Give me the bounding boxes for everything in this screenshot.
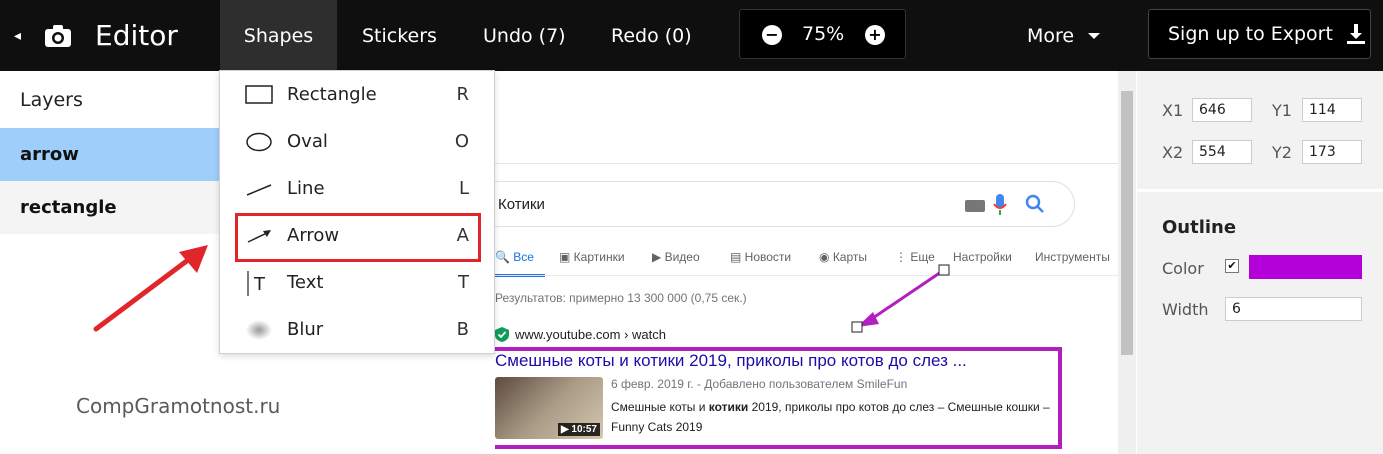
arrow-shape[interactable] <box>495 71 1120 454</box>
shortcut-key: T <box>458 272 469 293</box>
y2-input[interactable] <box>1302 140 1362 164</box>
watermark-text: CompGramotnost.ru <box>76 394 281 418</box>
width-label: Width <box>1162 300 1209 319</box>
menu-label: Blur <box>287 319 324 340</box>
properties-panel: X1 Y1 X2 Y2 Outline Color ✔ Width <box>1137 71 1383 454</box>
zoom-control: − 75% + <box>739 9 906 59</box>
layers-title: Layers <box>20 89 83 111</box>
export-button[interactable]: Sign up to Export <box>1148 9 1371 59</box>
more-label: More <box>1027 24 1075 47</box>
menu-label: Line <box>287 178 325 199</box>
top-toolbar: ◂ Editor Shapes Stickers Undo (7) Redo (… <box>0 0 1383 71</box>
y2-label: Y2 <box>1272 143 1292 162</box>
editor-canvas[interactable]: Котики 🔍 Все ▣ Картинки ▶ Видео ▤ Новост… <box>495 71 1120 454</box>
tab-shapes[interactable]: Shapes <box>220 0 337 71</box>
back-icon[interactable]: ◂ <box>14 0 21 71</box>
x2-input[interactable] <box>1192 140 1252 164</box>
shortcut-key: R <box>456 84 469 105</box>
canvas-scrollbar[interactable] <box>1118 71 1136 454</box>
blur-icon <box>245 318 273 340</box>
divider <box>1137 189 1383 192</box>
width-input[interactable] <box>1225 297 1362 321</box>
redo-button[interactable]: Redo (0) <box>611 0 692 71</box>
menu-item-rectangle[interactable]: Rectangle R <box>220 71 494 118</box>
download-icon <box>1346 24 1365 44</box>
x1-input[interactable] <box>1192 98 1252 122</box>
x2-label: X2 <box>1162 143 1184 162</box>
arrow-highlight-box <box>235 213 481 262</box>
shortcut-key: L <box>458 178 469 199</box>
menu-item-text[interactable]: T Text T <box>220 259 494 306</box>
shapes-dropdown: Rectangle R Oval O Line L Arrow A T Text… <box>219 70 495 354</box>
app-title: Editor <box>95 19 178 52</box>
svg-text:T: T <box>253 274 266 295</box>
color-swatch[interactable] <box>1249 255 1362 279</box>
line-icon <box>245 177 273 199</box>
layer-item-arrow[interactable]: arrow <box>0 128 220 181</box>
scrollbar-thumb[interactable] <box>1121 91 1133 355</box>
outline-title: Outline <box>1162 217 1237 238</box>
shortcut-key: B <box>456 319 469 340</box>
zoom-out-button[interactable]: − <box>762 25 782 45</box>
menu-label: Oval <box>287 131 328 152</box>
layer-item-rectangle[interactable]: rectangle <box>0 181 220 234</box>
menu-item-blur[interactable]: Blur B <box>220 306 494 353</box>
menu-item-oval[interactable]: Oval O <box>220 118 494 165</box>
color-checkbox[interactable]: ✔ <box>1225 259 1239 273</box>
zoom-in-button[interactable]: + <box>865 25 885 45</box>
tab-stickers[interactable]: Stickers <box>362 0 437 71</box>
camera-icon <box>44 0 72 71</box>
oval-icon <box>245 130 273 152</box>
chevron-down-icon <box>1088 32 1101 39</box>
annotation-arrow <box>93 245 208 332</box>
x1-label: X1 <box>1162 101 1184 120</box>
export-label: Sign up to Export <box>1168 23 1333 45</box>
menu-label: Rectangle <box>287 84 377 105</box>
more-menu[interactable]: More <box>1027 0 1101 71</box>
menu-item-line[interactable]: Line L <box>220 165 494 212</box>
menu-label: Text <box>287 272 324 293</box>
zoom-level: 75% <box>802 23 845 45</box>
rectangle-icon <box>245 83 273 105</box>
shortcut-key: O <box>454 131 469 152</box>
y1-label: Y1 <box>1272 101 1292 120</box>
color-label: Color <box>1162 259 1204 278</box>
text-icon: T <box>245 271 273 296</box>
undo-button[interactable]: Undo (7) <box>483 0 566 71</box>
y1-input[interactable] <box>1302 98 1362 122</box>
